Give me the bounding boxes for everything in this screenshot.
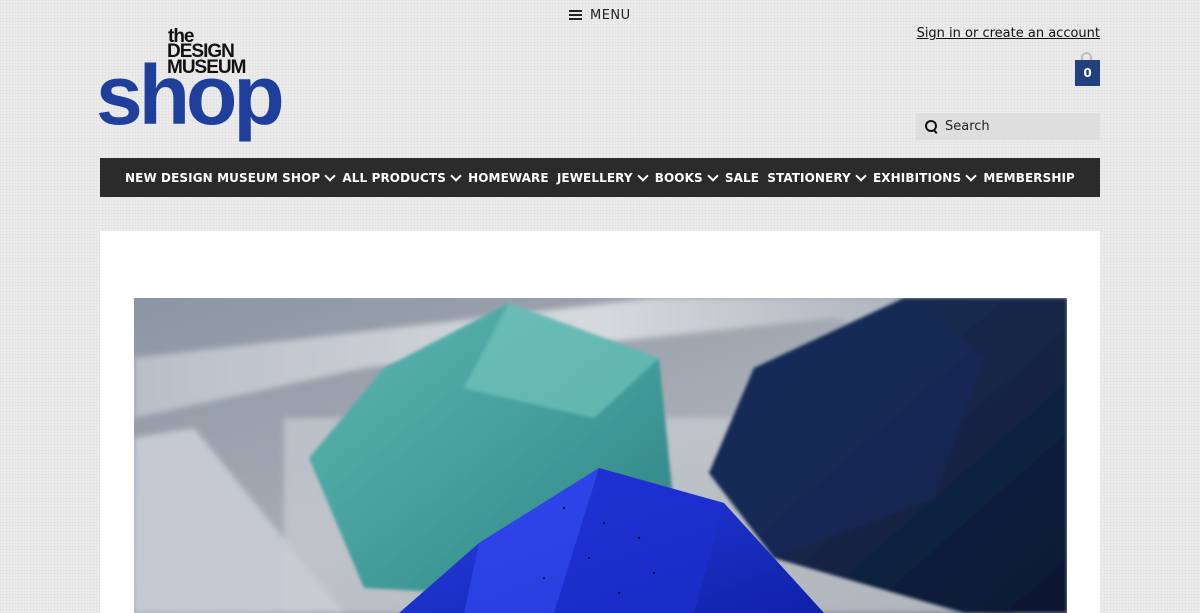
nav-item-label: HOMEWARE xyxy=(468,170,549,185)
nav-item-homeware[interactable]: HOMEWARE xyxy=(468,171,549,185)
nav-item-all-products[interactable]: ALL PRODUCTS xyxy=(342,169,462,185)
menu-button[interactable]: MENU xyxy=(569,6,631,24)
chevron-down-icon xyxy=(965,169,977,182)
hero-product-photo xyxy=(134,298,1067,613)
cart-button[interactable]: 0 xyxy=(1075,52,1100,86)
chevron-down-icon xyxy=(855,169,867,182)
chevron-down-icon xyxy=(636,169,649,182)
chevron-down-icon xyxy=(707,169,719,182)
nav-item-new-design-museum-shop[interactable]: NEW DESIGN MUSEUM SHOP xyxy=(125,169,336,185)
nav-item-label: MEMBERSHIP xyxy=(983,170,1075,185)
nav-item-label: EXHIBITIONS xyxy=(872,170,962,185)
content-panel xyxy=(100,231,1100,613)
nav-item-label: JEWELLERY xyxy=(556,170,633,185)
main-navigation: NEW DESIGN MUSEUM SHOP ALL PRODUCTS HOME… xyxy=(100,158,1100,197)
hero-image[interactable] xyxy=(134,298,1067,613)
nav-item-label: SALE xyxy=(724,170,760,185)
search-bar[interactable] xyxy=(916,113,1100,140)
search-icon xyxy=(925,119,939,134)
menu-label: MENU xyxy=(590,7,631,23)
nav-item-jewellery[interactable]: JEWELLERY xyxy=(556,169,649,185)
hamburger-icon xyxy=(569,10,582,20)
chevron-down-icon xyxy=(450,169,462,182)
nav-item-label: BOOKS xyxy=(654,170,703,185)
nav-item-exhibitions[interactable]: EXHIBITIONS xyxy=(872,169,977,185)
logo-shop: shop xyxy=(96,48,285,142)
nav-item-label: STATIONERY xyxy=(767,170,851,185)
cart-count: 0 xyxy=(1075,60,1100,86)
nav-item-membership[interactable]: MEMBERSHIP xyxy=(983,171,1075,185)
nav-item-label: ALL PRODUCTS xyxy=(342,170,446,185)
nav-item-sale[interactable]: SALE xyxy=(725,171,759,185)
nav-item-stationery[interactable]: STATIONERY xyxy=(767,169,867,185)
sign-in-link[interactable]: Sign in or create an account xyxy=(917,26,1100,41)
nav-item-label: NEW DESIGN MUSEUM SHOP xyxy=(125,170,321,185)
nav-item-books[interactable]: BOOKS xyxy=(654,169,719,185)
search-input[interactable] xyxy=(945,119,1085,134)
chevron-down-icon xyxy=(324,169,336,182)
site-logo[interactable]: the DESIGN MUSEUM shop xyxy=(96,27,285,147)
